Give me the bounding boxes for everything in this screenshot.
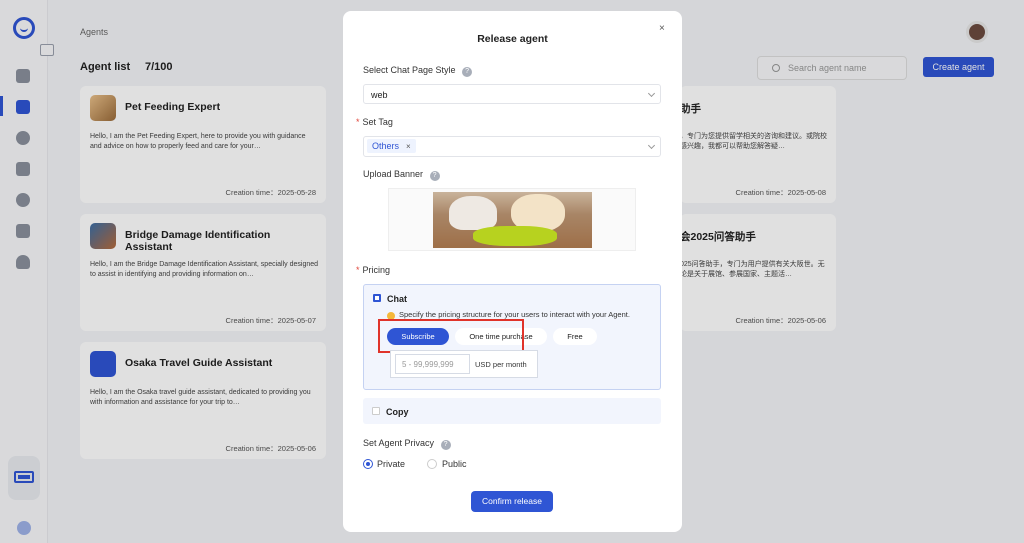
copy-pricing-panel: Copy [363,398,661,424]
chevron-down-icon [647,89,656,98]
privacy-public-label[interactable]: Public [442,459,467,469]
page-style-value: web [371,90,388,100]
tag-select[interactable]: Others × [363,136,661,157]
privacy-label-text: Set Agent Privacy [363,438,435,448]
page-style-label: Select Chat Page Style ? [363,65,473,77]
banner-upload[interactable] [388,188,636,251]
price-input[interactable]: 5 - 99,999,999 [395,354,470,374]
confirm-release-button[interactable]: Confirm release [471,491,553,512]
copy-checkbox[interactable] [372,407,380,415]
cat-shape [449,196,497,230]
privacy-private-label[interactable]: Private [377,459,405,469]
price-group: 5 - 99,999,999 USD per month [390,350,538,378]
tag-label-text: Set Tag [362,117,393,127]
privacy-public-radio[interactable] [427,459,437,469]
pricing-hint: Specify the pricing structure for your u… [399,310,630,319]
pricing-option-free[interactable]: Free [553,328,597,345]
pricing-label: * Pricing [356,265,390,275]
help-icon[interactable]: ? [440,440,451,450]
help-icon[interactable]: ? [462,67,473,77]
page-style-label-text: Select Chat Page Style [363,65,456,75]
chevron-down-icon [647,141,656,150]
tag-chip: Others × [367,139,416,153]
banner-label: Upload Banner ? [363,169,440,181]
pricing-label-text: Pricing [362,265,391,275]
banner-image [433,192,592,248]
tag-label: * Set Tag [356,117,393,127]
privacy-private-radio[interactable] [363,459,373,469]
banner-label-text: Upload Banner [363,169,424,179]
page-style-select[interactable]: web [363,84,661,104]
required-mark: * [356,117,360,127]
release-agent-dialog: Release agent × Select Chat Page Style ?… [343,11,682,532]
copy-label: Copy [386,407,409,417]
help-icon[interactable]: ? [429,171,440,181]
close-icon[interactable]: × [659,23,665,34]
tag-chip-label: Others [372,141,400,151]
dialog-title: Release agent [477,33,548,45]
privacy-label: Set Agent Privacy ? [363,438,451,450]
bowl-shape [473,226,557,246]
chat-checkbox[interactable] [373,294,381,302]
price-unit: USD per month [475,360,527,369]
tag-remove-icon[interactable]: × [406,142,411,151]
chat-label: Chat [387,294,407,304]
highlight-box [378,319,524,353]
required-mark: * [356,265,360,275]
chat-pricing-panel: Chat Specify the pricing structure for y… [363,284,661,390]
